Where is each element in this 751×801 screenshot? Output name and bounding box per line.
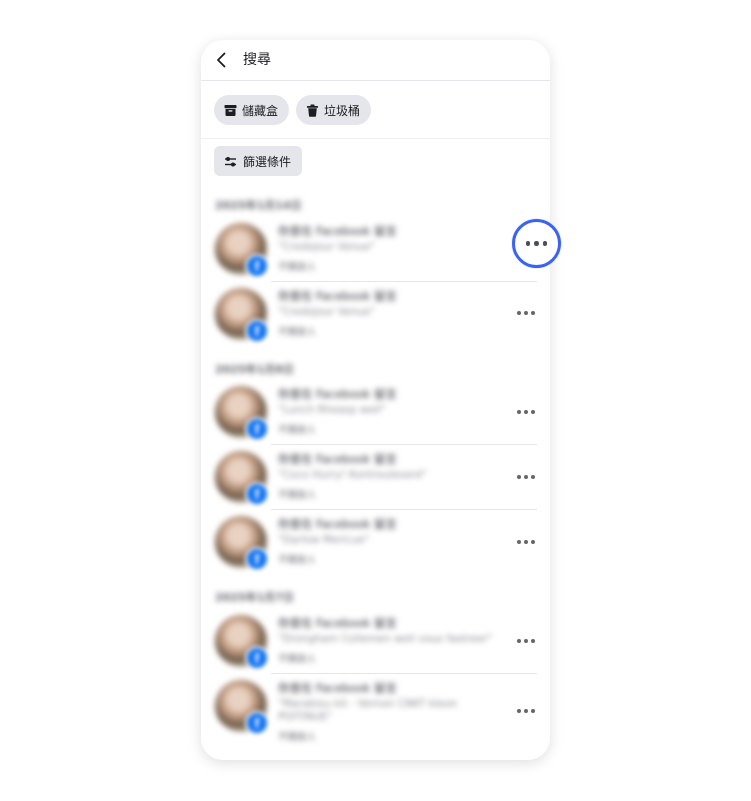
- filter-button[interactable]: 篩選條件: [214, 146, 303, 176]
- more-dot: [534, 241, 539, 246]
- more-dot: [525, 241, 531, 246]
- activity-subtitle: "Lunch Rheasp well": [278, 404, 386, 416]
- archive-chip-button[interactable]: 儲藏盒: [214, 95, 290, 125]
- facebook-badge-icon: f: [245, 711, 269, 735]
- activity-item[interactable]: f 你曾在 Facebook 留言 "Marabisu kit - Vernon…: [201, 677, 550, 751]
- more-horizontal-icon[interactable]: [517, 539, 535, 545]
- facebook-badge-icon: f: [245, 319, 269, 343]
- activity-title: 你曾在 Facebook 留言: [278, 616, 397, 630]
- more-horizontal-icon[interactable]: [517, 708, 535, 714]
- archive-box-icon: [224, 104, 237, 116]
- chevron-left-icon[interactable]: [213, 51, 231, 69]
- activity-subtitle: "Coco Hurry! Kontrouleserd": [278, 469, 427, 481]
- trash-chip-button[interactable]: 垃圾桶: [296, 95, 372, 125]
- quick-filter-chips: 儲藏盒 垃圾桶: [214, 95, 372, 125]
- activity-meta: 不開放人: [278, 654, 317, 665]
- row-divider: [271, 444, 537, 445]
- date-heading: 2025年1月8日: [215, 363, 294, 376]
- trash-icon: [307, 104, 319, 117]
- more-horizontal-icon[interactable]: [517, 474, 535, 480]
- facebook-badge-icon: f: [245, 547, 269, 571]
- facebook-badge-icon: f: [245, 254, 269, 278]
- app-window: 搜尋 儲藏盒 垃圾桶 篩選條件 2025年1月14日 f 你曾在 Faceboo…: [201, 40, 550, 760]
- divider: [201, 138, 550, 139]
- date-heading: 2025年1月14日: [215, 199, 302, 212]
- activity-meta: 不開放人: [278, 262, 317, 273]
- activity-item[interactable]: f 你曾在 Facebook 留言 "Lunch Rheasp well" 不開…: [201, 383, 550, 445]
- row-divider: [271, 673, 537, 674]
- sliders-icon: [225, 156, 236, 166]
- page-title: 搜尋: [243, 52, 271, 68]
- highlighted-more-button[interactable]: [512, 219, 561, 268]
- facebook-badge-icon: f: [245, 482, 269, 506]
- filter-label: 篩選條件: [243, 154, 292, 169]
- facebook-badge-icon: f: [245, 646, 269, 670]
- activity-meta: 不開放人: [278, 490, 317, 501]
- activity-subtitle: "Drongham Collemen well vous fastreer": [278, 633, 493, 645]
- activity-subtitle: "Credojour Venue": [278, 306, 375, 318]
- activity-subtitle: "Darlow Mericue": [278, 534, 370, 546]
- activity-title: 你曾在 Facebook 留言: [278, 452, 397, 466]
- activity-title: 你曾在 Facebook 留言: [278, 517, 397, 531]
- activity-meta: 不開放人: [278, 425, 317, 436]
- activity-meta: 不開放人: [278, 732, 317, 743]
- activity-item[interactable]: f 你曾在 Facebook 留言 "Credojour Venue" 不開放人: [201, 285, 550, 347]
- more-horizontal-icon[interactable]: [517, 638, 535, 644]
- row-divider: [271, 281, 537, 282]
- activity-meta: 不開放人: [278, 555, 317, 566]
- more-dot: [542, 241, 548, 246]
- activity-item[interactable]: f 你曾在 Facebook 留言 "Drongham Collemen wel…: [201, 612, 550, 674]
- more-horizontal-icon[interactable]: [517, 310, 535, 316]
- activity-subtitle: "Credojour Venue": [278, 241, 375, 253]
- activity-title: 你曾在 Facebook 留言: [278, 681, 397, 695]
- activity-title: 你曾在 Facebook 留言: [278, 289, 397, 303]
- row-divider: [271, 509, 537, 510]
- activity-item[interactable]: f 你曾在 Facebook 留言 "Darlow Mericue" 不開放人: [201, 513, 550, 575]
- facebook-badge-icon: f: [245, 417, 269, 441]
- activity-title: 你曾在 Facebook 留言: [278, 387, 397, 401]
- activity-item[interactable]: f 你曾在 Facebook 留言 "Credojour Venue" 不開放人: [201, 220, 550, 282]
- trash-chip-label: 垃圾桶: [324, 103, 361, 118]
- archive-chip-label: 儲藏盒: [242, 103, 279, 118]
- top-bar: 搜尋: [201, 40, 550, 81]
- more-horizontal-icon[interactable]: [517, 409, 535, 415]
- activity-subtitle-line2: POITINUE": [278, 711, 333, 723]
- date-heading: 2025年1月7日: [215, 591, 294, 604]
- activity-title: 你曾在 Facebook 留言: [278, 224, 397, 238]
- activity-subtitle: "Marabisu kit - Vernon CNKT kleon: [278, 698, 458, 710]
- activity-item[interactable]: f 你曾在 Facebook 留言 "Coco Hurry! Kontroule…: [201, 448, 550, 510]
- activity-meta: 不開放人: [278, 327, 317, 338]
